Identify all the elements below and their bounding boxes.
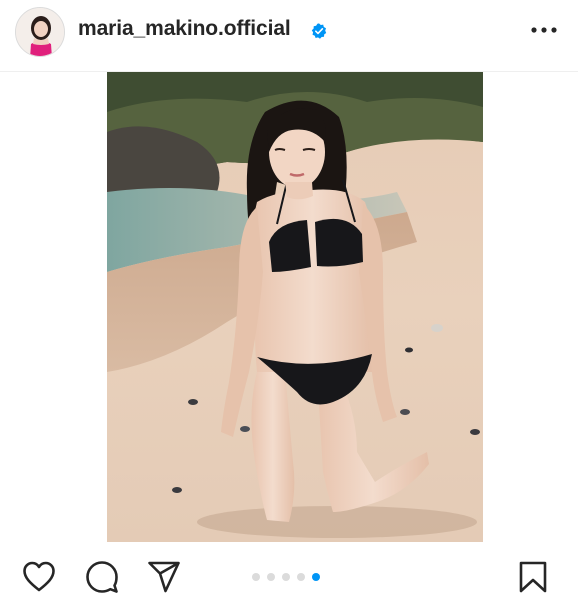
carousel-dot	[267, 573, 275, 581]
avatar[interactable]	[15, 7, 65, 57]
heart-icon[interactable]	[22, 560, 56, 594]
carousel-indicator	[252, 572, 326, 582]
carousel-dot	[297, 573, 305, 581]
post-header: maria_makino.official	[0, 0, 578, 72]
carousel-dot	[252, 573, 260, 581]
avatar-image	[16, 8, 64, 56]
post-photo[interactable]	[107, 72, 483, 542]
comment-icon[interactable]	[85, 560, 119, 594]
beach-photo-image	[107, 72, 483, 542]
action-bar	[0, 548, 578, 600]
more-options-icon[interactable]	[530, 20, 558, 40]
bookmark-icon[interactable]	[516, 560, 550, 594]
carousel-dot	[282, 573, 290, 581]
verified-badge-icon	[311, 23, 327, 39]
share-icon[interactable]	[147, 560, 181, 594]
username[interactable]: maria_makino.official	[78, 17, 291, 41]
carousel-dot-active	[312, 573, 320, 581]
